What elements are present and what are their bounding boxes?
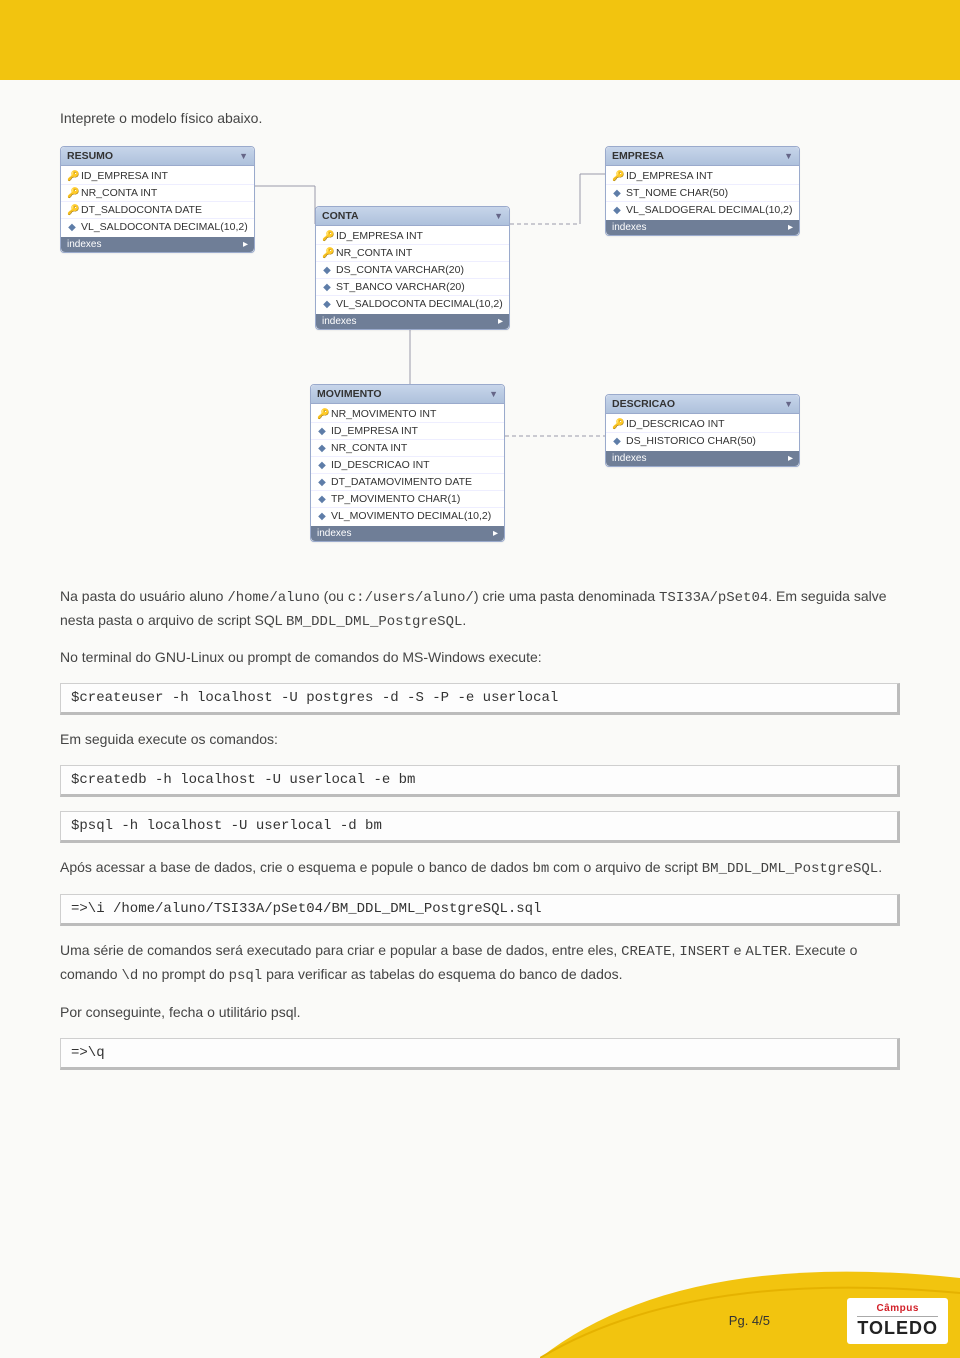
entity-title: RESUMO: [67, 150, 113, 162]
page-number: Pg. 4/5: [729, 1313, 770, 1328]
indexes-row: indexes▸: [61, 237, 254, 252]
col-icon: ◆: [317, 494, 327, 505]
col-icon: ◆: [67, 222, 77, 233]
attr: DS_CONTA VARCHAR(20): [336, 264, 464, 276]
entity-movimento: MOVIMENTO ▼ 🔑 NR_MOVIMENTO INT ◆ ID_EMPRES…: [310, 384, 505, 542]
paragraph: Por conseguinte, fecha o utilitário psql…: [60, 1002, 900, 1024]
attr: NR_CONTA INT: [331, 442, 407, 454]
entity-header: EMPRESA ▼: [606, 147, 799, 166]
col-icon: ◆: [317, 426, 327, 437]
attr: NR_CONTA INT: [336, 247, 412, 259]
entity-header: DESCRICAO ▼: [606, 395, 799, 414]
attr: ID_EMPRESA INT: [331, 425, 418, 437]
attr: NR_CONTA INT: [81, 187, 157, 199]
entity-conta: CONTA ▼ 🔑 ID_EMPRESA INT 🔑 NR_CONTA INT ◆ D…: [315, 206, 510, 330]
indexes-row: indexes▸: [311, 526, 504, 541]
command-box: =>\q: [60, 1038, 900, 1070]
entity-resumo: RESUMO ▼ 🔑 ID_EMPRESA INT 🔑 NR_CONTA INT 🔑…: [60, 146, 255, 253]
attr: ID_EMPRESA INT: [336, 230, 423, 242]
attr: TP_MOVIMENTO CHAR(1): [331, 493, 460, 505]
attr: ID_EMPRESA INT: [626, 170, 713, 182]
attr: VL_SALDOGERAL DECIMAL(10,2): [626, 204, 793, 216]
paragraph: Uma série de comandos será executado par…: [60, 940, 900, 987]
indexes-row: indexes▸: [606, 220, 799, 235]
entity-descricao: DESCRICAO ▼ 🔑 ID_DESCRICAO INT ◆ DS_HISTOR…: [605, 394, 800, 467]
attr: DT_DATAMOVIMENTO DATE: [331, 476, 472, 488]
col-icon: ◆: [322, 299, 332, 310]
entity-title: CONTA: [322, 210, 359, 222]
logo-toledo: TOLEDO: [857, 1319, 938, 1338]
logo-campus: Câmpus: [857, 1304, 938, 1318]
attr: VL_MOVIMENTO DECIMAL(10,2): [331, 510, 491, 522]
pk-icon: 🔑: [67, 205, 77, 216]
command-box: $createuser -h localhost -U postgres -d …: [60, 683, 900, 715]
attr: DT_SALDOCONTA DATE: [81, 204, 202, 216]
indexes-row: indexes▸: [606, 451, 799, 466]
intro-text: Inteprete o modelo físico abaixo.: [60, 110, 900, 126]
chevron-down-icon: ▼: [494, 211, 503, 221]
attr: VL_SALDOCONTA DECIMAL(10,2): [336, 298, 503, 310]
entity-title: MOVIMENTO: [317, 388, 382, 400]
pk-icon: 🔑: [322, 248, 332, 259]
erd-diagram: RESUMO ▼ 🔑 ID_EMPRESA INT 🔑 NR_CONTA INT 🔑…: [60, 146, 900, 566]
entity-header: CONTA ▼: [316, 207, 509, 226]
attr: DS_HISTORICO CHAR(50): [626, 435, 756, 447]
paragraph: Em seguida execute os comandos:: [60, 729, 900, 751]
attr: ID_DESCRICAO INT: [331, 459, 430, 471]
pk-icon: 🔑: [612, 171, 622, 182]
col-icon: ◆: [317, 460, 327, 471]
indexes-row: indexes▸: [316, 314, 509, 329]
chevron-down-icon: ▼: [784, 151, 793, 161]
campus-logo: Câmpus TOLEDO: [847, 1298, 948, 1344]
entity-title: DESCRICAO: [612, 398, 675, 410]
chevron-down-icon: ▼: [239, 151, 248, 161]
pk-icon: 🔑: [317, 409, 327, 420]
entity-header: RESUMO ▼: [61, 147, 254, 166]
attr: NR_MOVIMENTO INT: [331, 408, 436, 420]
pk-icon: 🔑: [67, 171, 77, 182]
attr: VL_SALDOCONTA DECIMAL(10,2): [81, 221, 248, 233]
document-content: Inteprete o modelo físico abaixo. RESUMO…: [0, 80, 960, 1104]
attr: ST_NOME CHAR(50): [626, 187, 728, 199]
col-icon: ◆: [317, 443, 327, 454]
attr: ID_EMPRESA INT: [81, 170, 168, 182]
chevron-down-icon: ▼: [784, 399, 793, 409]
col-icon: ◆: [322, 265, 332, 276]
paragraph: No terminal do GNU-Linux ou prompt de co…: [60, 647, 900, 669]
pk-icon: 🔑: [67, 188, 77, 199]
entity-title: EMPRESA: [612, 150, 664, 162]
pk-icon: 🔑: [322, 231, 332, 242]
col-icon: ◆: [317, 477, 327, 488]
col-icon: ◆: [322, 282, 332, 293]
command-box: $createdb -h localhost -U userlocal -e b…: [60, 765, 900, 797]
footer: Pg. 4/5 Câmpus TOLEDO: [0, 1238, 960, 1358]
col-icon: ◆: [612, 436, 622, 447]
col-icon: ◆: [612, 205, 622, 216]
col-icon: ◆: [612, 188, 622, 199]
command-box: $psql -h localhost -U userlocal -d bm: [60, 811, 900, 843]
entity-empresa: EMPRESA ▼ 🔑 ID_EMPRESA INT ◆ ST_NOME CHAR(…: [605, 146, 800, 236]
paragraph: Após acessar a base de dados, crie o esq…: [60, 857, 900, 881]
paragraph: Na pasta do usuário aluno /home/aluno (o…: [60, 586, 900, 633]
command-box: =>\i /home/aluno/TSI33A/pSet04/BM_DDL_DM…: [60, 894, 900, 926]
col-icon: ◆: [317, 511, 327, 522]
entity-header: MOVIMENTO ▼: [311, 385, 504, 404]
pk-icon: 🔑: [612, 419, 622, 430]
attr: ST_BANCO VARCHAR(20): [336, 281, 465, 293]
header-bar: [0, 0, 960, 80]
attr: ID_DESCRICAO INT: [626, 418, 725, 430]
chevron-down-icon: ▼: [489, 389, 498, 399]
